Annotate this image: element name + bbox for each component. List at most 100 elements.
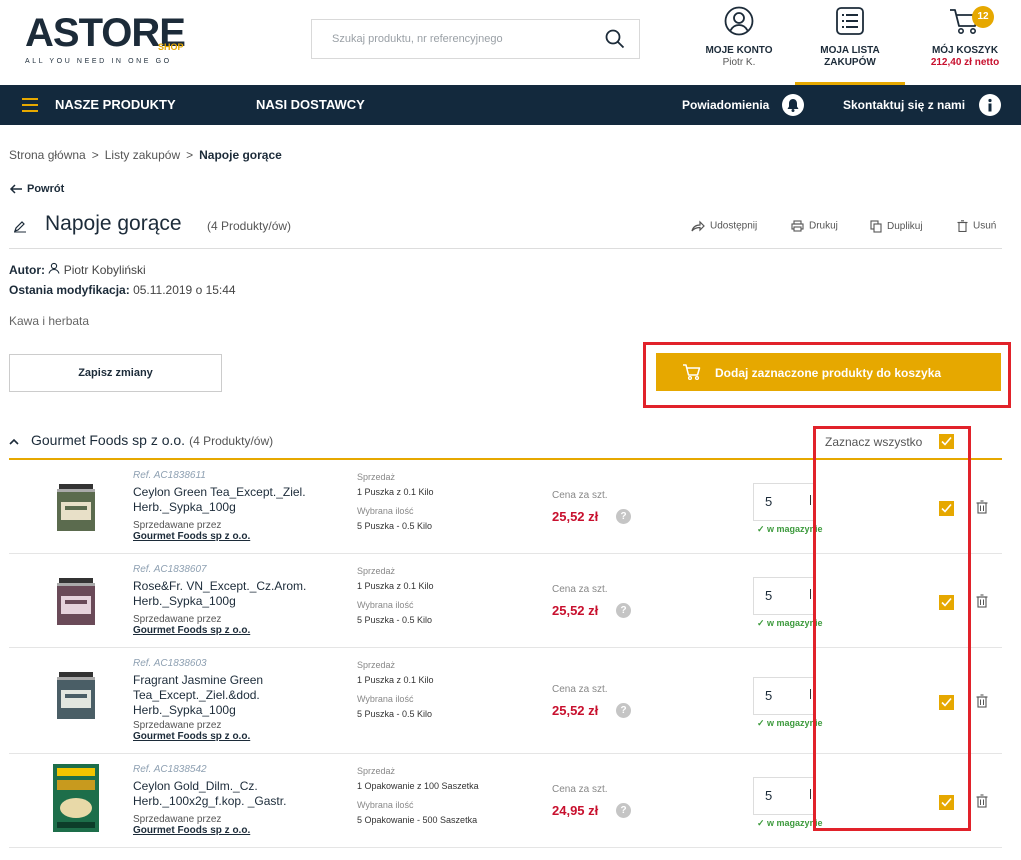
delete-product-icon[interactable] [976, 694, 988, 713]
sold-as-value: 1 Puszka z 0.1 Kilo [357, 487, 434, 497]
divider [9, 248, 1002, 249]
quantity-input[interactable]: 5 [753, 483, 815, 521]
seller-link[interactable]: Gourmet Foods sp z o.o. [133, 825, 250, 836]
nav-contact-us[interactable]: Skontaktuj się z nami [843, 85, 965, 125]
product-ref: Ref. AC1838542 [133, 764, 207, 775]
nav-our-products[interactable]: NASZE PRODUKTY [55, 85, 176, 125]
quantity-input[interactable]: 5 [753, 677, 815, 715]
quantity-divider [810, 689, 811, 699]
quantity-divider [810, 789, 811, 799]
delete-label: Usuń [973, 220, 997, 232]
chosen-qty-value: 5 Puszka - 0.5 Kilo [357, 521, 433, 531]
print-label: Drukuj [809, 220, 838, 232]
sold-by-label: Sprzedawane przez [133, 614, 222, 625]
nav-notifications[interactable]: Powiadomienia [682, 85, 769, 125]
help-icon[interactable]: ? [616, 603, 631, 618]
unit-price-label: Cena za szt. [552, 584, 608, 595]
help-icon[interactable]: ? [616, 703, 631, 718]
delete-list-action[interactable]: Usuń [957, 220, 997, 233]
product-name[interactable]: Fragrant Jasmine Green Tea_Except._Ziel.… [133, 673, 338, 718]
share-action[interactable]: Udostępnij [691, 220, 757, 232]
quantity-input[interactable]: 5 [753, 777, 815, 815]
breadcrumb-lists[interactable]: Listy zakupów [105, 148, 180, 162]
product-ref: Ref. AC1838603 [133, 658, 207, 669]
product-name[interactable]: Ceylon Green Tea_Except._Ziel. Herb._Syp… [133, 485, 338, 515]
unit-price: 25,52 zł [552, 703, 599, 718]
delete-product-icon[interactable] [976, 500, 988, 519]
chosen-qty-label: Wybrana ilość [357, 800, 414, 810]
breadcrumb-home[interactable]: Strona główna [9, 148, 86, 162]
product-image[interactable] [51, 478, 101, 536]
author-name: Piotr Kobyliński [63, 263, 146, 277]
product-image[interactable] [51, 764, 101, 832]
lists-label-2: ZAKUPÓW [824, 57, 876, 68]
delete-product-icon[interactable] [976, 794, 988, 813]
list-title: Napoje gorące [45, 212, 182, 235]
my-shopping-lists-button[interactable]: MOJA LISTA ZAKUPÓW [795, 6, 905, 85]
list-description: Kawa i herbata [9, 314, 90, 328]
arrow-left-icon [9, 184, 22, 194]
menu-icon[interactable] [22, 98, 38, 112]
modified-label: Ostania modyfikacja: [9, 283, 130, 297]
product-name[interactable]: Ceylon Gold_Dilm._Cz. Herb._100x2g_f.kop… [133, 779, 338, 809]
supplier-header[interactable]: Gourmet Foods sp z o.o. (4 Produkty/ów) [9, 432, 273, 448]
product-image[interactable] [51, 666, 101, 724]
search-box [311, 19, 640, 59]
bell-icon[interactable] [782, 94, 804, 116]
user-icon [724, 6, 754, 36]
back-label: Powrót [27, 183, 65, 195]
share-icon [691, 220, 705, 232]
help-icon[interactable]: ? [616, 509, 631, 524]
save-changes-button[interactable]: Zapisz zmiany [9, 354, 222, 392]
seller-link[interactable]: Gourmet Foods sp z o.o. [133, 625, 250, 636]
print-action[interactable]: Drukuj [791, 220, 838, 232]
trash-icon [957, 220, 968, 233]
sold-as-label: Sprzedaż [357, 566, 396, 576]
my-account-button[interactable]: MOJE KONTO Piotr K. [700, 6, 778, 69]
breadcrumb-current: Napoje gorące [199, 148, 282, 162]
chevron-up-icon[interactable] [9, 432, 19, 448]
help-icon[interactable]: ? [616, 803, 631, 818]
chosen-qty-label: Wybrana ilość [357, 694, 414, 704]
back-link[interactable]: Powrót [9, 183, 64, 195]
logo-shop: SHOP [158, 42, 184, 52]
search-icon[interactable] [605, 29, 625, 54]
lists-label-1: MOJA LISTA [820, 45, 880, 56]
edit-icon[interactable] [13, 219, 27, 238]
delete-product-icon[interactable] [976, 594, 988, 613]
print-icon [791, 220, 804, 232]
sold-by-label: Sprzedawane przez [133, 720, 222, 731]
product-image[interactable] [51, 572, 101, 630]
unit-price-label: Cena za szt. [552, 490, 608, 501]
seller-name: Gourmet Foods sp z o.o. [133, 531, 251, 542]
list-product-count: (4 Produkty/ów) [207, 219, 292, 233]
duplicate-icon [870, 220, 882, 233]
quantity-divider [810, 589, 811, 599]
info-icon[interactable] [979, 94, 1001, 116]
search-input[interactable] [312, 20, 592, 58]
product-ref: Ref. AC1838611 [133, 470, 206, 481]
seller-link[interactable]: Gourmet Foods sp z o.o. [133, 531, 250, 542]
sold-by-label: Sprzedawane przez [133, 814, 222, 825]
supplier-name: Gourmet Foods sp z o.o. [31, 432, 186, 448]
main-nav: NASZE PRODUKTY NASI DOSTAWCY Powiadomien… [0, 85, 1021, 125]
breadcrumb: Strona główna > Listy zakupów > Napoje gorąc… [9, 148, 282, 162]
product-ref: Ref. AC1838607 [133, 564, 207, 575]
author-label: Autor: [9, 263, 45, 277]
sold-as-value: 1 Opakowanie z 100 Saszetka [357, 781, 479, 791]
duplicate-action[interactable]: Duplikuj [870, 220, 923, 233]
cart-count-badge: 12 [972, 6, 994, 28]
highlight-add-to-cart [643, 342, 1011, 408]
nav-our-suppliers[interactable]: NASI DOSTAWCY [256, 85, 365, 125]
logo-tagline: ALL YOU NEED IN ONE GO [25, 58, 172, 65]
quantity-divider [810, 495, 811, 505]
seller-link[interactable]: Gourmet Foods sp z o.o. [133, 731, 250, 742]
sold-as-value: 1 Puszka z 0.1 Kilo [357, 581, 434, 591]
sold-as-label: Sprzedaż [357, 472, 396, 482]
logo[interactable]: ASTORE SHOP ALL YOU NEED IN ONE GO [25, 10, 195, 70]
quantity-input[interactable]: 5 [753, 577, 815, 615]
cart-total: 212,40 zł netto [930, 57, 1000, 68]
unit-price: 24,95 zł [552, 803, 599, 818]
share-label: Udostępnij [710, 220, 758, 232]
product-name[interactable]: Rose&Fr. VN_Except._Cz.Arom. Herb._Sypka… [133, 579, 338, 609]
